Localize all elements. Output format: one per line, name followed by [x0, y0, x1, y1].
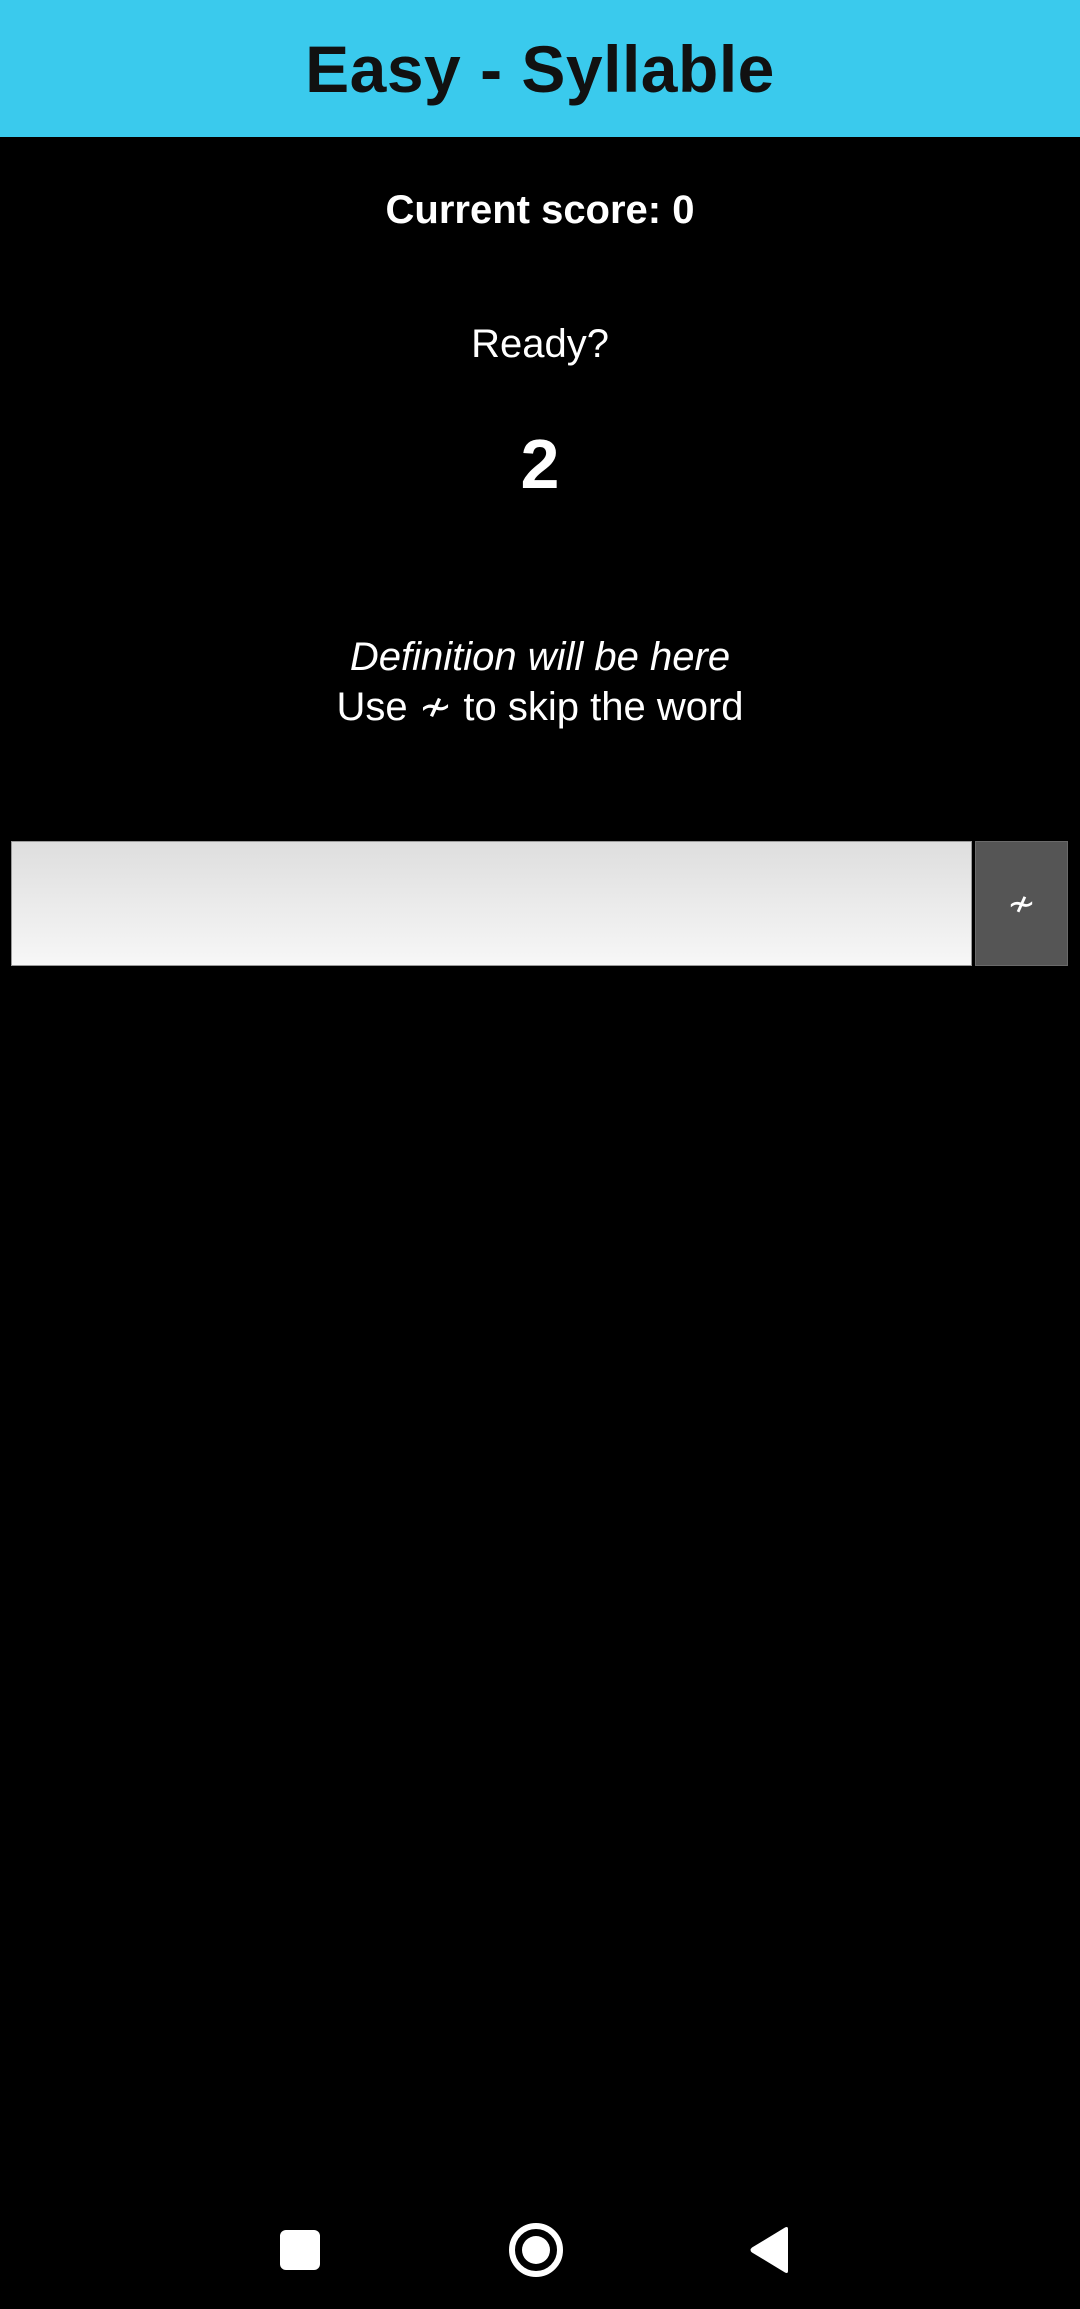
- app-bar: Easy - Syllable: [0, 0, 1080, 137]
- recents-button[interactable]: [250, 2190, 350, 2309]
- skip-symbol-icon: ≁: [418, 685, 453, 729]
- ready-prompt: Ready?: [471, 322, 609, 366]
- game-screen: Easy - Syllable Current score: 0 Ready? …: [0, 0, 1080, 2309]
- skip-hint-suffix: to skip the word: [463, 685, 744, 729]
- answer-input[interactable]: [11, 841, 972, 966]
- current-score: Current score: 0: [385, 188, 695, 232]
- system-nav-bar: [0, 2190, 1080, 2309]
- page-title: Easy - Syllable: [305, 31, 775, 106]
- recents-icon: [280, 2229, 320, 2270]
- back-button[interactable]: [720, 2190, 820, 2309]
- home-icon: [509, 2222, 563, 2277]
- skip-button[interactable]: ≁: [975, 841, 1068, 966]
- definition-text: Definition will be here: [349, 635, 731, 679]
- back-icon: [750, 2226, 788, 2273]
- skip-hint-prefix: Use: [336, 685, 408, 729]
- skip-icon: ≁: [1007, 884, 1036, 923]
- skip-hint: Use ≁ to skip the word: [0, 684, 1080, 730]
- home-button[interactable]: [486, 2190, 586, 2309]
- countdown-number: 2: [520, 425, 560, 503]
